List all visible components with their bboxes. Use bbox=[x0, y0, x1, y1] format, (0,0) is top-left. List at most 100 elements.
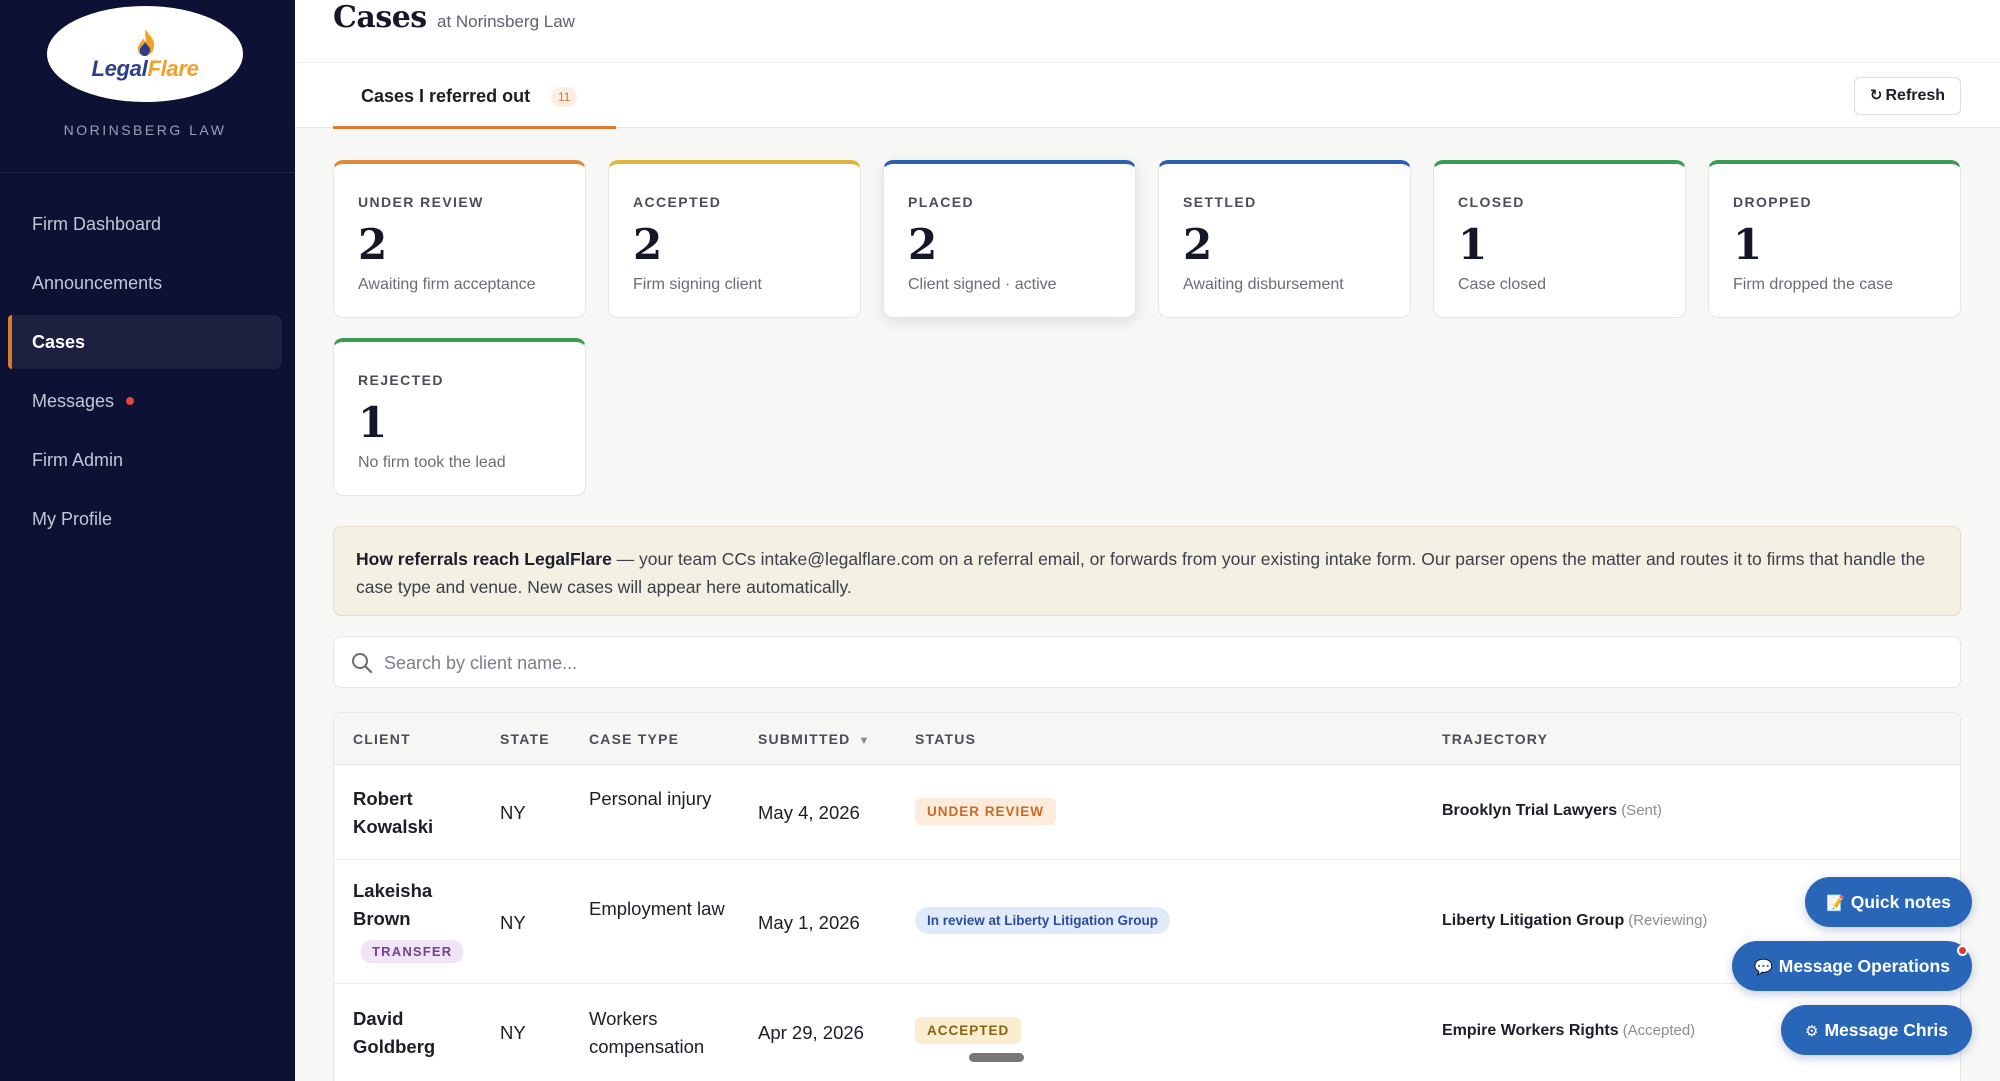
header-divider bbox=[295, 62, 2000, 63]
table-row[interactable]: Lakeisha Brown TRANSFER NY Employment la… bbox=[334, 861, 1960, 984]
client-name: Robert Kowalski bbox=[353, 788, 434, 837]
column-header-submitted-label: SUBMITTED bbox=[758, 731, 851, 747]
refresh-button[interactable]: ↻ Refresh bbox=[1854, 77, 1961, 115]
sidebar-item-firm-admin[interactable]: Firm Admin bbox=[8, 433, 282, 487]
client-name: Lakeisha Brown bbox=[353, 880, 433, 929]
stat-value: 1 bbox=[1733, 220, 1763, 269]
stat-card-placed[interactable]: PLACED 2 Client signed · active bbox=[883, 160, 1136, 318]
stat-description: Client signed · active bbox=[908, 276, 1057, 293]
chat-bubble-icon: 💬 bbox=[1754, 959, 1773, 976]
stat-value: 2 bbox=[1183, 220, 1213, 269]
trajectory-status: (Accepted) bbox=[1622, 1022, 1696, 1039]
page-header: Cases at Norinsberg Law Cases I referred… bbox=[295, 0, 2000, 129]
message-chris-button[interactable]: ⚙ Message Chris bbox=[1781, 1005, 1972, 1055]
firm-name: NORINSBERG LAW bbox=[63, 122, 227, 138]
column-header-case-type[interactable]: CASE TYPE bbox=[589, 731, 679, 747]
column-header-status[interactable]: STATUS bbox=[915, 731, 976, 747]
case-type: Personal injury bbox=[589, 788, 712, 809]
sidebar-item-label: Firm Admin bbox=[32, 450, 124, 470]
trajectory-status: (Reviewing) bbox=[1628, 912, 1708, 929]
stat-description: Awaiting firm acceptance bbox=[358, 276, 536, 293]
message-operations-button[interactable]: 💬 Message Operations bbox=[1732, 941, 1972, 991]
stat-label: UNDER REVIEW bbox=[358, 194, 484, 210]
stat-card-rejected[interactable]: REJECTED 1 No firm took the lead bbox=[333, 338, 586, 496]
case-type: Workers compensation bbox=[589, 1008, 705, 1057]
table-header: CLIENT STATE CASE TYPE SUBMITTED ▼ STATUS… bbox=[334, 713, 1960, 765]
stat-label: DROPPED bbox=[1733, 194, 1813, 210]
status-cards: UNDER REVIEW 2 Awaiting firm acceptance … bbox=[333, 160, 1961, 498]
search-icon bbox=[352, 653, 373, 674]
page-title: Cases bbox=[333, 0, 427, 35]
logo-flare: Flare bbox=[147, 56, 199, 81]
notification-dot bbox=[1957, 945, 1968, 956]
stat-value: 2 bbox=[358, 220, 388, 269]
stat-value: 2 bbox=[908, 220, 938, 269]
refresh-icon: ↻ bbox=[1869, 87, 1883, 104]
client-state: NY bbox=[500, 912, 526, 933]
status-badge: In review at Liberty Litigation Group bbox=[915, 907, 1171, 934]
stat-label: SETTLED bbox=[1183, 194, 1257, 210]
quick-notes-label: Quick notes bbox=[1850, 892, 1951, 912]
status-badge: UNDER REVIEW bbox=[915, 798, 1057, 825]
stat-label: REJECTED bbox=[358, 372, 444, 388]
scroll-handle[interactable] bbox=[969, 1053, 1024, 1062]
column-header-trajectory[interactable]: TRAJECTORY bbox=[1442, 731, 1548, 747]
client-name: David Goldberg bbox=[353, 1008, 436, 1057]
stat-card-accepted[interactable]: ACCEPTED 2 Firm signing client bbox=[608, 160, 861, 318]
trajectory-firm: Liberty Litigation Group bbox=[1442, 912, 1625, 929]
tab-count-badge: 11 bbox=[551, 87, 578, 107]
stat-card-closed[interactable]: CLOSED 1 Case closed bbox=[1433, 160, 1686, 318]
stat-card-dropped[interactable]: DROPPED 1 Firm dropped the case bbox=[1708, 160, 1961, 318]
table-row[interactable]: Robert Kowalski NY Personal injury May 4… bbox=[334, 766, 1960, 860]
unread-dot bbox=[126, 397, 135, 406]
client-search bbox=[333, 636, 1961, 688]
transfer-tag: TRANSFER bbox=[361, 940, 464, 963]
table-row[interactable]: David Goldberg NY Workers compensation A… bbox=[334, 985, 1960, 1081]
stat-label: PLACED bbox=[908, 194, 974, 210]
column-header-state[interactable]: STATE bbox=[500, 731, 550, 747]
sidebar-item-firm-dashboard[interactable]: Firm Dashboard bbox=[8, 197, 282, 251]
sidebar-item-label: My Profile bbox=[32, 509, 113, 529]
stat-description: Firm signing client bbox=[633, 276, 762, 293]
trajectory-firm: Brooklyn Trial Lawyers bbox=[1442, 802, 1618, 819]
trajectory: Empire Workers Rights (Accepted) bbox=[1442, 1022, 1695, 1040]
tab-label: Cases I referred out bbox=[361, 86, 531, 106]
search-input[interactable] bbox=[384, 645, 1944, 681]
sidebar-item-messages[interactable]: Messages bbox=[8, 374, 282, 428]
stat-value: 2 bbox=[633, 220, 663, 269]
column-header-submitted[interactable]: SUBMITTED ▼ bbox=[758, 731, 871, 747]
stat-value: 1 bbox=[358, 398, 388, 447]
sidebar-item-cases[interactable]: Cases bbox=[8, 315, 282, 369]
sidebar-nav: Firm Dashboard Announcements Cases Messa… bbox=[8, 197, 282, 551]
logo-wordmark: LegalFlare bbox=[47, 56, 243, 82]
sidebar: LegalFlare NORINSBERG LAW Firm Dashboard… bbox=[0, 0, 295, 1081]
submitted-date: May 1, 2026 bbox=[758, 912, 860, 933]
sidebar-item-announcements[interactable]: Announcements bbox=[8, 256, 282, 310]
brand-logo[interactable]: LegalFlare bbox=[47, 6, 243, 102]
page-subtitle: at Norinsberg Law bbox=[437, 12, 575, 31]
stat-card-under-review[interactable]: UNDER REVIEW 2 Awaiting firm acceptance bbox=[333, 160, 586, 318]
sort-desc-icon: ▼ bbox=[858, 735, 871, 747]
trajectory-status: (Sent) bbox=[1621, 802, 1663, 819]
stat-description: Awaiting disbursement bbox=[1183, 276, 1344, 293]
status-badge: ACCEPTED bbox=[915, 1017, 1022, 1044]
logo-legal: Legal bbox=[91, 56, 148, 81]
stat-description: Firm dropped the case bbox=[1733, 276, 1894, 293]
refresh-label: Refresh bbox=[1885, 87, 1946, 104]
submitted-date: May 4, 2026 bbox=[758, 802, 860, 823]
quick-notes-button[interactable]: 📝 Quick notes bbox=[1805, 877, 1972, 927]
sidebar-item-my-profile[interactable]: My Profile bbox=[8, 492, 282, 546]
stat-description: No firm took the lead bbox=[358, 454, 506, 471]
column-header-client[interactable]: CLIENT bbox=[353, 731, 411, 747]
sidebar-item-label: Messages bbox=[32, 391, 115, 411]
banner-heading: How referrals reach LegalFlare bbox=[356, 549, 612, 569]
case-type: Employment law bbox=[589, 898, 725, 919]
sidebar-divider bbox=[0, 172, 295, 173]
sidebar-item-label: Announcements bbox=[32, 273, 163, 293]
stat-description: Case closed bbox=[1458, 276, 1547, 293]
stat-card-settled[interactable]: SETTLED 2 Awaiting disbursement bbox=[1158, 160, 1411, 318]
tab-cases-referred-out[interactable]: Cases I referred out 11 bbox=[333, 64, 616, 129]
stat-label: CLOSED bbox=[1458, 194, 1525, 210]
client-state: NY bbox=[500, 1022, 526, 1043]
tab-active-indicator bbox=[333, 126, 616, 129]
